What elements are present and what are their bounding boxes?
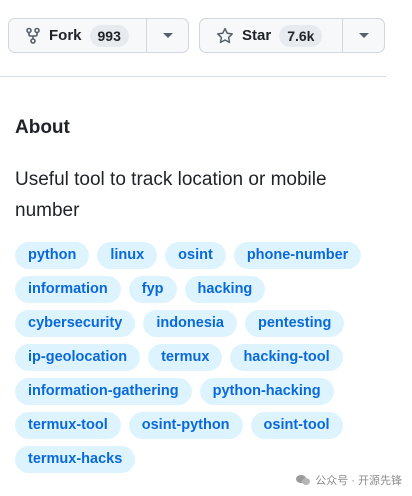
fork-count: 993 bbox=[89, 24, 129, 47]
topic-tag[interactable]: information bbox=[15, 276, 121, 303]
star-label: Star bbox=[242, 27, 272, 44]
topic-tag[interactable]: hacking-tool bbox=[230, 344, 343, 371]
fork-dropdown-button[interactable] bbox=[146, 19, 188, 52]
topic-tag[interactable]: linux bbox=[97, 242, 158, 269]
star-icon bbox=[216, 27, 234, 45]
about-heading: About bbox=[15, 117, 70, 138]
fork-label: Fork bbox=[49, 27, 82, 44]
star-count: 7.6k bbox=[279, 24, 323, 47]
topic-tag[interactable]: osint-tool bbox=[250, 412, 343, 439]
repo-forked-icon bbox=[25, 27, 41, 44]
topic-tag[interactable]: ip-geolocation bbox=[15, 344, 141, 371]
topic-tag[interactable]: termux bbox=[148, 344, 223, 371]
topic-tag[interactable]: hacking bbox=[184, 276, 266, 303]
topic-tag[interactable]: termux-hacks bbox=[15, 446, 136, 473]
watermark: 公众号 · 开源先锋 bbox=[296, 472, 402, 488]
topic-tag[interactable]: osint-python bbox=[128, 412, 243, 439]
watermark-text: 公众号 · 开源先锋 bbox=[315, 475, 402, 487]
triangle-down-icon bbox=[162, 33, 173, 38]
topic-tag[interactable]: information-gathering bbox=[15, 378, 192, 405]
topic-tag[interactable]: fyp bbox=[128, 276, 177, 303]
topic-tag[interactable]: python-hacking bbox=[199, 378, 334, 405]
star-button[interactable]: Star 7.6k bbox=[200, 19, 342, 52]
repo-sidebar: Fork 993 Star 7.6k About Useful tool to … bbox=[0, 0, 412, 496]
topic-tag[interactable]: pentesting bbox=[245, 310, 345, 337]
fork-button[interactable]: Fork 993 bbox=[9, 19, 146, 52]
triangle-down-icon bbox=[358, 33, 369, 38]
topic-tag[interactable]: indonesia bbox=[143, 310, 237, 337]
topic-list: python linux osint phone-number informat… bbox=[15, 242, 385, 473]
fork-button-group: Fork 993 bbox=[8, 18, 189, 53]
topic-tag[interactable]: python bbox=[15, 242, 90, 269]
topic-tag[interactable]: phone-number bbox=[233, 242, 362, 269]
topic-tag[interactable]: osint bbox=[165, 242, 226, 269]
topic-tag[interactable]: cybersecurity bbox=[15, 310, 136, 337]
repo-description: Useful tool to track location or mobile … bbox=[15, 169, 327, 221]
section-divider bbox=[0, 76, 386, 77]
wechat-icon bbox=[296, 474, 311, 486]
star-button-group: Star 7.6k bbox=[199, 18, 385, 53]
topic-tag[interactable]: termux-tool bbox=[15, 412, 121, 439]
star-dropdown-button[interactable] bbox=[342, 19, 384, 52]
